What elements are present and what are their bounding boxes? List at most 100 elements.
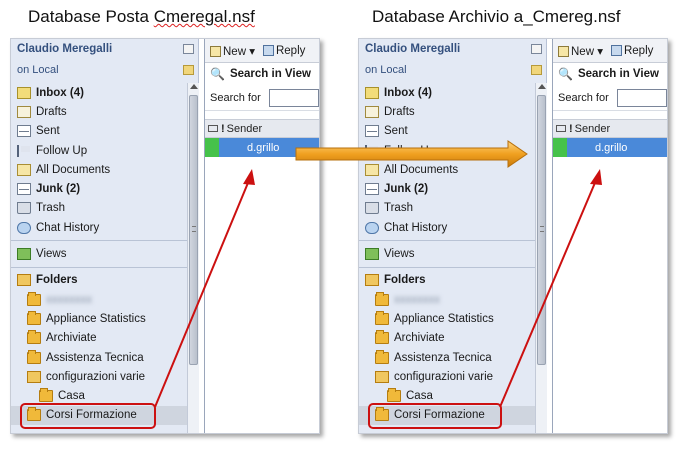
folder-blurred[interactable]: xxxxxxxx <box>11 290 198 309</box>
envelope-icon <box>556 125 566 132</box>
folder-open-icon <box>375 370 389 383</box>
documents-icon <box>17 163 31 176</box>
folder-icon <box>375 349 389 364</box>
folder-archiviate[interactable]: Archiviate <box>359 329 546 348</box>
grip-icon <box>192 226 196 232</box>
folder-icon <box>375 310 389 325</box>
reply-button[interactable]: Reply <box>262 44 305 57</box>
row-sender: d.grillo <box>247 141 280 154</box>
search-in-view-header[interactable]: 🔍 Search in View <box>553 63 667 85</box>
search-input[interactable] <box>616 88 667 107</box>
importance-icon: ! <box>221 122 225 135</box>
document-icon[interactable] <box>531 44 542 54</box>
nav-views[interactable]: Views <box>359 244 546 263</box>
location-label[interactable]: on Local <box>17 64 192 76</box>
nav-trash[interactable]: Trash <box>11 199 198 218</box>
documents-icon <box>365 163 379 176</box>
message-row[interactable]: d.grillo <box>205 138 319 157</box>
views-icon <box>365 248 379 261</box>
folder-open-icon <box>27 370 41 383</box>
nav-trash[interactable]: Trash <box>359 199 546 218</box>
folders-icon <box>365 274 379 287</box>
navigator-pane: Claudio Meregalli on Local Inbox (4) Dra… <box>359 39 547 433</box>
sent-icon <box>365 125 379 138</box>
chat-icon <box>365 221 379 234</box>
new-button[interactable]: New ▾ <box>210 44 255 58</box>
junk-icon <box>365 183 379 196</box>
folder-configurazioni-varie[interactable]: configurazioni varie <box>359 367 546 386</box>
nav-drafts[interactable]: Drafts <box>11 102 198 121</box>
nav-sent[interactable]: Sent <box>11 122 198 141</box>
location-label[interactable]: on Local <box>365 64 540 76</box>
junk-icon <box>17 183 31 196</box>
scroll-up-arrow-icon[interactable] <box>190 84 198 89</box>
folder-icon <box>39 388 53 403</box>
search-label: Search for <box>210 91 261 104</box>
folder-appliance-statistics[interactable]: Appliance Statistics <box>11 309 198 328</box>
unread-marker <box>205 138 219 157</box>
unread-marker <box>553 138 567 157</box>
nav-drafts[interactable]: Drafts <box>359 102 546 121</box>
nav-inbox[interactable]: Inbox (4) <box>11 83 198 102</box>
inbox-icon <box>365 86 379 99</box>
search-input[interactable] <box>268 88 319 107</box>
divider <box>11 240 198 242</box>
navigator-scrollbar[interactable] <box>187 83 199 433</box>
folder-configurazioni-varie[interactable]: configurazioni varie <box>11 367 198 386</box>
mailbox-icon[interactable] <box>531 65 542 75</box>
nav-all-documents[interactable]: All Documents <box>359 160 546 179</box>
nav-views[interactable]: Views <box>11 244 198 263</box>
trash-icon <box>17 202 31 215</box>
nav-follow-up[interactable]: Follow Up <box>359 141 546 160</box>
sent-icon <box>17 125 31 138</box>
view-pane: New ▾ Reply 🔍 Search in View Search for !… <box>204 39 319 433</box>
reply-button[interactable]: Reply <box>610 45 653 57</box>
envelope-icon <box>208 125 218 132</box>
folder-archiviate[interactable]: Archiviate <box>11 329 198 348</box>
nav-chat-history[interactable]: Chat History <box>359 218 546 237</box>
folder-appliance-statistics[interactable]: Appliance Statistics <box>359 309 546 328</box>
folder-assistenza-tecnica[interactable]: Assistenza Tecnica <box>11 348 198 367</box>
trash-icon <box>365 202 379 215</box>
nav-chat-history[interactable]: Chat History <box>11 218 198 237</box>
message-row[interactable]: d.grillo <box>553 138 667 157</box>
nav-folders[interactable]: Folders <box>11 271 198 290</box>
action-toolbar: New ▾ Reply <box>553 39 667 63</box>
document-icon[interactable] <box>183 44 194 54</box>
folder-icon <box>27 310 41 325</box>
search-bar: Search for <box>205 85 319 111</box>
nav-follow-up[interactable]: Follow Up <box>11 141 198 160</box>
search-icon: 🔍 <box>558 67 573 81</box>
navigator-scrollbar[interactable] <box>535 83 547 433</box>
new-button[interactable]: New ▾ <box>558 44 603 58</box>
folder-icon <box>27 349 41 364</box>
nav-folders[interactable]: Folders <box>359 271 546 290</box>
search-in-view-header[interactable]: 🔍 Search in View <box>205 63 319 85</box>
nav-inbox[interactable]: Inbox (4) <box>359 83 546 102</box>
folder-icon <box>27 330 41 345</box>
nav-all-documents[interactable]: All Documents <box>11 160 198 179</box>
column-header-sender[interactable]: ! Sender <box>553 119 667 138</box>
nav-junk[interactable]: Junk (2) <box>359 179 546 198</box>
caption-left-file: Cmeregal.nsf <box>153 7 255 26</box>
scroll-thumb[interactable] <box>537 95 546 365</box>
nav-sent[interactable]: Sent <box>359 122 546 141</box>
folder-assistenza-tecnica[interactable]: Assistenza Tecnica <box>359 348 546 367</box>
scroll-thumb[interactable] <box>189 95 198 365</box>
mailbox-icon[interactable] <box>183 65 194 75</box>
column-header-sender[interactable]: ! Sender <box>205 119 319 138</box>
scroll-up-arrow-icon[interactable] <box>538 84 546 89</box>
divider <box>11 266 198 268</box>
caption-left-prefix: Database Posta <box>28 7 154 26</box>
flag-icon <box>17 144 31 157</box>
reply-icon <box>262 44 274 56</box>
caption-left: Database Posta Cmeregal.nsf <box>28 7 255 27</box>
nav-junk[interactable]: Junk (2) <box>11 179 198 198</box>
navigator-header: Claudio Meregalli on Local <box>11 39 198 83</box>
divider <box>359 266 546 268</box>
navigator-header: Claudio Meregalli on Local <box>359 39 546 83</box>
folder-blurred[interactable]: xxxxxxxx <box>359 290 546 309</box>
row-sender: d.grillo <box>595 141 628 154</box>
action-toolbar: New ▾ Reply <box>205 39 319 63</box>
folder-icon <box>27 291 41 306</box>
